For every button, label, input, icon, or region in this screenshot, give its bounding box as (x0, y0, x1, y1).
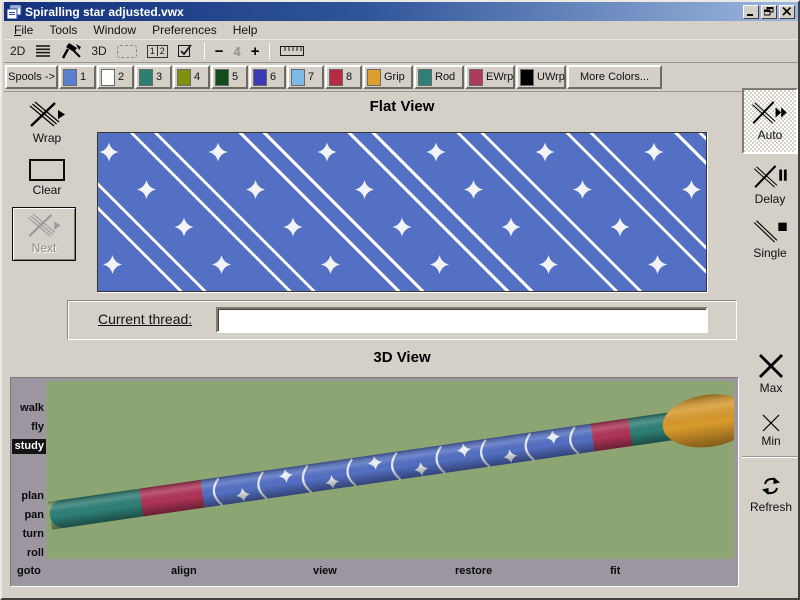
wrap-button[interactable]: Wrap (14, 98, 80, 148)
nav-pan[interactable]: pan (11, 509, 44, 522)
menu-window[interactable]: Window (85, 22, 144, 38)
numbering-icon[interactable]: 12 (147, 45, 168, 58)
restore-icon (764, 7, 774, 16)
uwrp-color-button[interactable]: UWrp (516, 65, 566, 89)
nav-turn[interactable]: turn (11, 528, 44, 541)
3d-mode-button[interactable]: 3D (91, 44, 106, 58)
delay-button[interactable]: Delay (744, 160, 796, 210)
close-button[interactable] (779, 5, 795, 19)
toolbar-separator (269, 43, 270, 59)
wrap-icon (28, 101, 66, 129)
minimize-button[interactable] (743, 5, 759, 19)
spool-3-swatch (139, 69, 153, 86)
3d-view-title: 3D View (97, 349, 707, 366)
divider (742, 456, 798, 458)
spool-1-swatch (63, 69, 77, 86)
min-icon (762, 414, 780, 432)
cmd-restore[interactable]: restore (455, 565, 492, 577)
toolbar-separator (204, 43, 205, 59)
max-button[interactable]: Max (746, 346, 796, 402)
spools-label-button[interactable]: Spools -> (5, 65, 58, 89)
delay-icon (751, 164, 789, 190)
cmd-goto[interactable]: goto (17, 565, 41, 577)
spool-2-swatch (101, 69, 115, 86)
next-button[interactable]: Next (12, 207, 76, 261)
spool-8-swatch (329, 69, 343, 86)
current-thread-input[interactable] (216, 307, 708, 333)
2d-mode-button[interactable]: 2D (10, 44, 25, 58)
nav-plan[interactable]: plan (11, 490, 44, 503)
spool-1-button[interactable]: 1 (59, 65, 96, 89)
auto-icon (751, 100, 789, 126)
menu-help[interactable]: Help (225, 22, 266, 38)
spool-7-button[interactable]: 7 (287, 65, 324, 89)
menu-preferences[interactable]: Preferences (144, 22, 225, 38)
spool-8-button[interactable]: 8 (325, 65, 362, 89)
spool-4-button[interactable]: 4 (173, 65, 210, 89)
cmd-view[interactable]: view (313, 565, 337, 577)
menu-tools[interactable]: Tools (41, 22, 85, 38)
max-icon (758, 353, 784, 379)
toolbar: 2D 3D 12 − 4 + (4, 40, 798, 63)
spool-5-button[interactable]: 5 (211, 65, 248, 89)
restore-button[interactable] (761, 5, 777, 19)
window-title: Spiralling star adjusted.vwx (25, 5, 743, 19)
checkbox-icon[interactable] (178, 44, 194, 58)
refresh-icon (759, 474, 783, 498)
3d-rod-render (46, 381, 734, 559)
next-icon (26, 213, 62, 239)
flat-view-stars (98, 133, 706, 291)
app-window: Spiralling star adjusted.vwx File Tools (0, 0, 800, 600)
3d-viewport[interactable] (46, 381, 734, 559)
clear-icon (29, 159, 65, 181)
nav-roll[interactable]: roll (11, 547, 44, 560)
ruler-icon[interactable] (280, 46, 304, 56)
current-thread-label: Current thread: (98, 311, 192, 327)
cmd-fit[interactable]: fit (610, 565, 620, 577)
ewrp-swatch (469, 69, 483, 86)
grip-color-button[interactable]: Grip (363, 65, 413, 89)
spool-6-button[interactable]: 6 (249, 65, 286, 89)
spool-3-button[interactable]: 3 (135, 65, 172, 89)
auto-button[interactable]: Auto (742, 88, 798, 154)
single-icon (751, 218, 789, 244)
flat-view-title: Flat View (97, 98, 707, 115)
mode-fly[interactable]: fly (11, 421, 44, 434)
tools-hammer-icon[interactable] (61, 43, 81, 59)
3d-view-panel: walk fly study plan pan turn roll (10, 377, 739, 587)
list-icon[interactable] (35, 44, 51, 58)
rod-color-button[interactable]: Rod (414, 65, 464, 89)
cmd-align[interactable]: align (171, 565, 197, 577)
app-icon (7, 5, 22, 19)
selection-box-icon[interactable] (117, 45, 137, 58)
mode-study[interactable]: study (12, 439, 46, 454)
spool-4-swatch (177, 69, 191, 86)
rod-swatch (418, 69, 432, 86)
minimize-icon (746, 7, 756, 16)
current-thread-panel: Current thread: (67, 300, 737, 340)
spool-2-button[interactable]: 2 (97, 65, 134, 89)
menu-bar: File Tools Window Preferences Help (4, 21, 798, 40)
menu-file[interactable]: File (6, 22, 41, 38)
size-value: 4 (233, 44, 240, 59)
single-button[interactable]: Single (744, 214, 796, 264)
decrease-button[interactable]: − (215, 43, 224, 60)
more-colors-button[interactable]: More Colors... (567, 65, 662, 89)
spool-7-swatch (291, 69, 305, 86)
flat-view-panel (97, 132, 707, 292)
grip-swatch (367, 69, 381, 86)
ewrp-color-button[interactable]: EWrp (465, 65, 515, 89)
flat-view-pattern (98, 133, 706, 291)
mode-walk[interactable]: walk (11, 402, 44, 415)
increase-button[interactable]: + (251, 43, 260, 60)
refresh-button[interactable]: Refresh (742, 466, 800, 522)
spool-bar: Spools -> 1 2 3 4 5 6 7 8 Grip Rod EWrp … (4, 63, 798, 92)
uwrp-swatch (520, 69, 534, 86)
clear-button[interactable]: Clear (14, 154, 80, 202)
titlebar[interactable]: Spiralling star adjusted.vwx (4, 2, 798, 21)
min-button[interactable]: Min (746, 408, 796, 454)
close-icon (782, 7, 792, 16)
spool-5-swatch (215, 69, 229, 86)
spool-6-swatch (253, 69, 267, 86)
